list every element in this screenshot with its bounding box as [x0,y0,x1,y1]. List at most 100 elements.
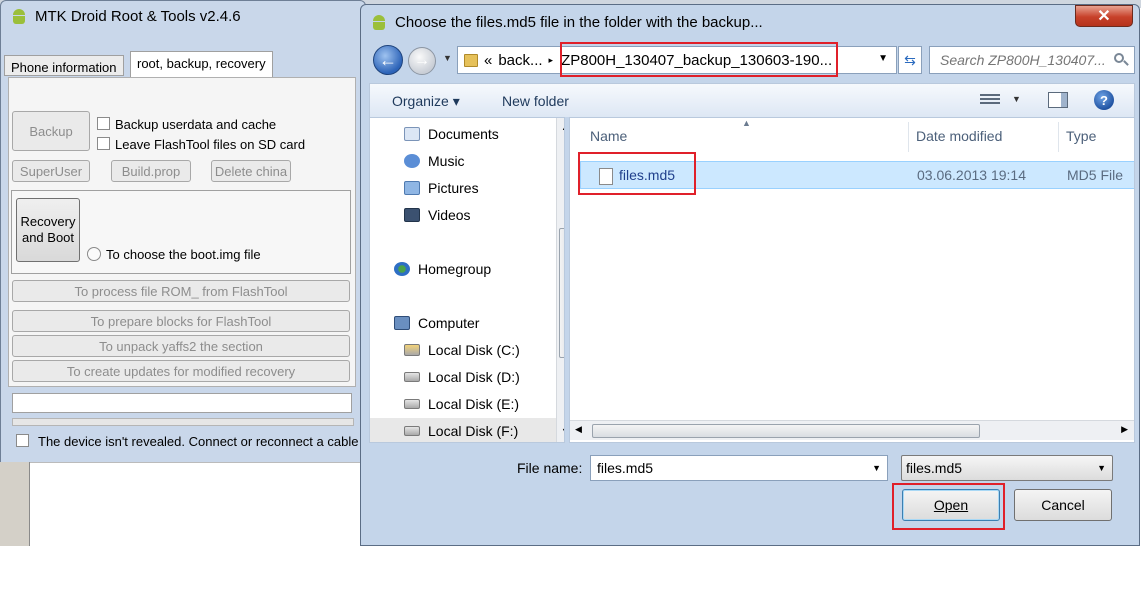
progress-bar [12,418,354,426]
breadcrumb-separator-icon[interactable]: ▸ [549,55,554,66]
breadcrumb-overflow[interactable]: « [484,52,492,69]
backup-userdata-checkbox[interactable] [97,117,110,130]
nav-item-disk-c[interactable]: Local Disk (C:) [404,342,520,358]
tab-root-backup-recovery[interactable]: root, backup, recovery [130,51,273,77]
preview-pane-icon[interactable] [1048,92,1068,108]
unpack-yaffs-button[interactable]: To unpack yaffs2 the section [12,335,350,357]
view-dropdown-icon[interactable]: ▼ [1012,94,1021,104]
column-separator[interactable] [1058,122,1059,152]
file-list: ▲ Name Date modified Type files.md5 03.0… [569,117,1135,443]
folder-icon [464,53,478,67]
scroll-right-icon[interactable]: ▶ [1121,424,1128,435]
close-button[interactable]: ✕ [1075,5,1133,27]
column-header-name[interactable]: Name [590,128,627,144]
file-type: MD5 File [1067,167,1124,183]
nav-item-pictures[interactable]: Pictures [404,180,479,196]
column-header-date[interactable]: Date modified [916,128,1002,144]
scroll-thumb[interactable] [592,424,980,438]
leave-flashtool-label: Leave FlashTool files on SD card [115,137,306,152]
backup-userdata-label: Backup userdata and cache [115,117,277,132]
breadcrumb-current[interactable]: ZP800H_130407_backup_130603-190... [561,52,832,69]
nav-item-computer[interactable]: Computer [394,315,479,331]
background-area [30,462,362,546]
back-arrow-icon[interactable]: ← [373,45,403,75]
videos-icon [404,208,420,222]
refresh-icon[interactable]: ⇆ [898,46,922,74]
file-type-select[interactable]: files.md5 ▼ [901,455,1113,481]
documents-icon [404,127,420,141]
open-button[interactable]: Open [902,489,1000,521]
backup-button[interactable]: Backup [12,111,90,151]
search-input[interactable] [938,51,1114,69]
organize-button[interactable]: Organize ▾ [392,93,460,110]
nav-item-label: Videos [428,207,471,223]
nav-item-homegroup[interactable]: Homegroup [394,261,491,277]
list-hscrollbar[interactable]: ◀ ▶ [570,420,1134,440]
nav-item-label: Homegroup [418,261,492,277]
cancel-button[interactable]: Cancel [1014,489,1112,521]
nav-item-disk-e[interactable]: Local Disk (E:) [404,396,519,412]
nav-item-label: Local Disk (D:) [428,369,520,385]
boot-img-radio[interactable] [87,247,101,261]
background-panel [0,462,30,546]
file-row[interactable]: files.md5 03.06.2013 19:14 MD5 File [580,161,1134,189]
breadcrumb-parent[interactable]: back... [498,52,542,69]
recovery-and-boot-button[interactable]: Recovery and Boot [16,198,80,262]
address-dropdown-icon[interactable]: ▼ [878,53,888,64]
process-rom-button[interactable]: To process file ROM_ from FlashTool [12,280,350,302]
scroll-left-icon[interactable]: ◀ [575,424,582,435]
command-bar: Organize ▾ New folder ▼ ? [369,83,1135,117]
scroll-up-icon[interactable]: ▲ [561,122,564,132]
address-bar[interactable]: « back... ▸ ZP800H_130407_backup_130603-… [457,46,897,74]
buildprop-button[interactable]: Build.prop [111,160,191,182]
disk-icon [404,426,420,436]
log-field[interactable] [12,393,352,413]
computer-icon [394,316,410,330]
forward-arrow-icon[interactable]: → [408,47,436,75]
view-options-icon[interactable] [980,92,1000,108]
prepare-blocks-button[interactable]: To prepare blocks for FlashTool [12,310,350,332]
nav-item-music[interactable]: Music [404,153,465,169]
file-type-dropdown-icon[interactable]: ▼ [1097,463,1106,473]
search-icon[interactable] [1114,53,1129,67]
file-open-dialog: Choose the files.md5 file in the folder … [360,4,1140,546]
recent-pages-dropdown-icon[interactable]: ▼ [443,53,452,63]
column-separator[interactable] [908,122,909,152]
android-icon [11,8,27,24]
tab-phone-information[interactable]: Phone information [4,55,124,76]
nav-item-disk-d[interactable]: Local Disk (D:) [404,369,520,385]
nav-item-label: Documents [428,126,499,142]
delete-china-button[interactable]: Delete china [211,160,291,182]
file-date: 03.06.2013 19:14 [917,167,1026,183]
scroll-down-icon[interactable]: ▼ [561,426,564,436]
file-name-dropdown-icon[interactable]: ▼ [872,463,881,473]
android-icon [371,14,387,30]
leave-flashtool-checkbox[interactable] [97,137,110,150]
column-header-type[interactable]: Type [1066,128,1096,144]
nav-item-label: Local Disk (F:) [428,423,519,439]
recovery-button-line1: Recovery [20,214,76,229]
nav-item-videos[interactable]: Videos [404,207,471,223]
nav-item-documents[interactable]: Documents [404,126,499,142]
nav-item-disk-f[interactable]: Local Disk (F:) [370,418,556,442]
search-box[interactable] [929,46,1135,74]
superuser-button[interactable]: SuperUser [12,160,90,182]
nav-item-label: Pictures [428,180,479,196]
scroll-thumb[interactable] [559,228,564,358]
sort-ascending-icon: ▲ [742,118,751,128]
file-name: files.md5 [619,167,676,183]
device-status-checkbox[interactable] [16,434,29,447]
new-folder-button[interactable]: New folder [502,93,569,109]
file-name-label: File name: [517,460,583,476]
dialog-title: Choose the files.md5 file in the folder … [395,13,763,31]
disk-icon [404,399,420,409]
homegroup-icon [394,262,410,276]
device-status-text: The device isn't revealed. Connect or re… [38,434,359,449]
file-name-input[interactable]: files.md5 ▼ [590,455,888,481]
nav-item-label: Computer [418,315,480,331]
help-icon[interactable]: ? [1094,90,1114,110]
recovery-button-line2: and Boot [21,230,75,245]
mtk-title: MTK Droid Root & Tools v2.4.6 [35,7,241,25]
nav-scrollbar[interactable]: ▲ ▼ [556,118,564,442]
create-updates-button[interactable]: To create updates for modified recovery [12,360,350,382]
